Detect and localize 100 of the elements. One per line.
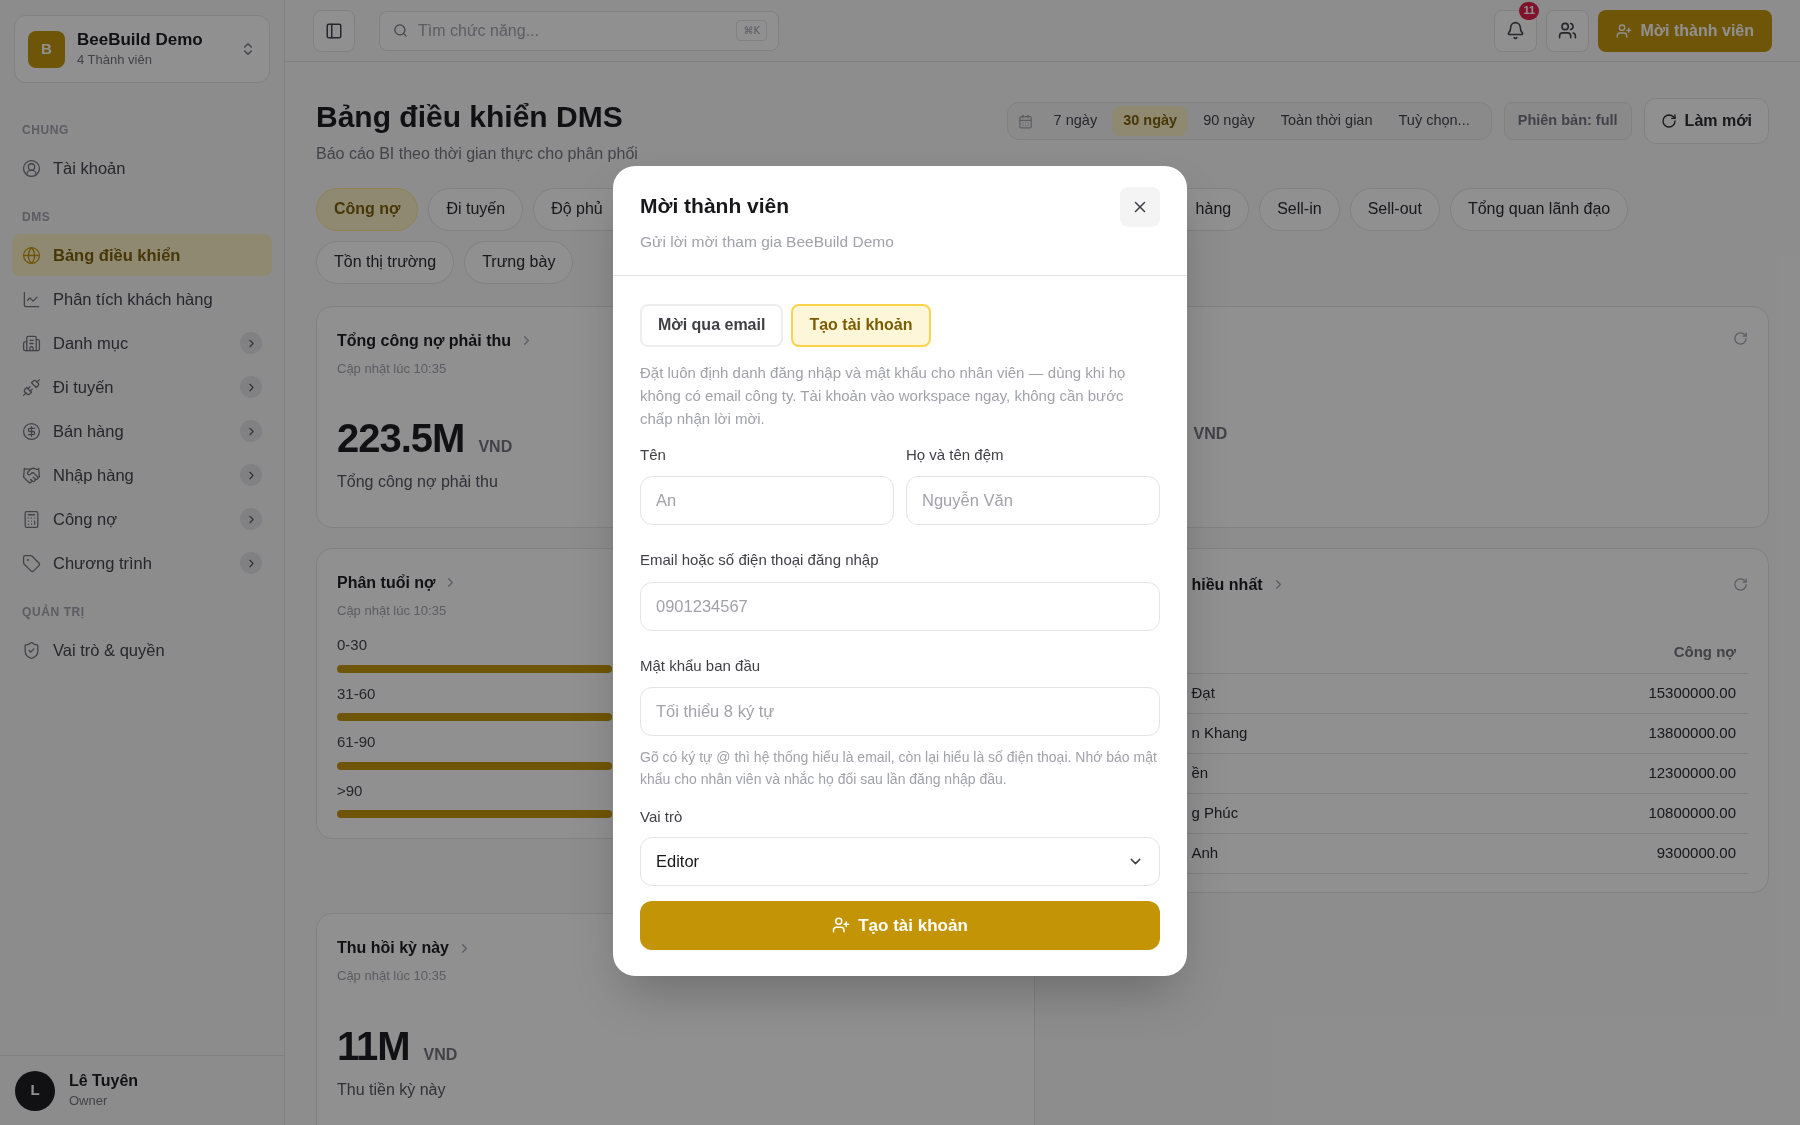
report-tab[interactable]: Đi tuyến — [428, 187, 524, 231]
search-icon — [393, 22, 408, 38]
field-label: Họ và tên đệm — [906, 444, 1005, 465]
refresh-icon[interactable] — [1733, 330, 1748, 346]
sidebar-item[interactable]: Công nợ — [12, 498, 272, 540]
metric-unit: VND — [1193, 423, 1229, 444]
sidebar-item[interactable]: Đi tuyến — [12, 366, 272, 408]
users-icon — [1558, 21, 1578, 40]
building-icon — [22, 333, 41, 353]
refresh-icon[interactable] — [1733, 577, 1748, 592]
sidebar-item[interactable]: Vai trò & quyền — [12, 629, 272, 671]
bell-icon — [1506, 21, 1526, 40]
field-hint: Gõ có ký tự @ thì hệ thống hiểu là email, còn lại hiểu là số điện thoại. Nhớ báo mật khẩu cho nhân viên và nhắc họ đổi sau lần đăng nhập đầu. — [640, 748, 1158, 790]
date-range-option[interactable]: 30 ngày — [1112, 106, 1189, 136]
metric-unit: VND — [478, 437, 513, 457]
date-range-option[interactable]: Tuỳ chọn... — [1387, 106, 1481, 136]
card-title: Phân tuổi nợ — [337, 572, 436, 593]
sidebar-item[interactable]: Bảng điều khiển — [12, 234, 272, 276]
table-cell-text: 10800000.00 — [1648, 803, 1736, 824]
sidebar-item[interactable]: Tài khoản — [12, 147, 272, 189]
line-chart-icon — [22, 289, 41, 309]
user-plus-icon — [1616, 22, 1633, 39]
report-tab[interactable]: Sell-in — [1259, 187, 1340, 231]
table-cell-text: 15300000.00 — [1648, 683, 1736, 704]
date-range-option[interactable]: 7 ngày — [1042, 106, 1109, 136]
user-role: Owner — [69, 1091, 109, 1110]
input-field[interactable]: 0901234567 — [640, 581, 1160, 631]
page-subtitle: Báo cáo BI theo thời gian thực cho phân phối — [316, 143, 638, 164]
workspace-name: BeeBuild Demo — [77, 28, 204, 50]
workspace-switcher[interactable]: B BeeBuild Demo 4 Thành viên — [14, 15, 270, 83]
report-tab[interactable]: Trưng bày — [464, 240, 574, 284]
dollar-icon — [22, 421, 41, 441]
card-title: hiều nhất — [1191, 574, 1263, 595]
expand-chevron-icon[interactable] — [240, 552, 262, 574]
table-cell-text: Đạt — [1191, 683, 1215, 704]
field-label: Mật khẩu ban đầu — [640, 655, 762, 676]
table-cell-text: ền — [1191, 763, 1209, 784]
sidebar-item[interactable]: Chương trình — [12, 542, 272, 584]
bucket-label: 61-90 — [337, 732, 376, 752]
report-tab[interactable]: Sell-out — [1349, 187, 1440, 231]
sidebar-item[interactable]: Nhập hàng — [12, 454, 272, 496]
table-cell-text: Anh — [1191, 843, 1219, 864]
field-label: Tên — [640, 444, 667, 465]
input-field[interactable]: Tối thiểu 8 ký tự — [640, 687, 1160, 737]
expand-chevron-icon[interactable] — [240, 420, 262, 442]
page-title: Bảng điều khiển DMS — [316, 99, 624, 135]
report-tab[interactable]: Tổng quan lãnh đạo — [1449, 187, 1629, 231]
column-header: Công nợ — [1673, 641, 1736, 662]
metric-unit: VND — [423, 1044, 458, 1065]
expand-chevron-icon[interactable] — [240, 508, 262, 530]
card-title: Thu hồi kỳ này — [337, 938, 449, 958]
sidebar-item[interactable]: Danh mục — [12, 322, 272, 364]
panel-icon — [325, 21, 343, 40]
close-button[interactable] — [1120, 187, 1160, 227]
mode-tab[interactable]: Tạo tài khoản — [791, 303, 931, 347]
role-select[interactable]: Editor — [640, 836, 1160, 886]
workspace-avatar: B — [28, 30, 65, 68]
calendar-icon — [1017, 113, 1033, 129]
mode-tab[interactable]: Mời qua email — [640, 303, 784, 347]
sidebar-item[interactable]: Bán hàng — [12, 410, 272, 452]
calculator-icon — [22, 509, 41, 529]
field-label: Email hoặc số điện thoại đăng nhập — [640, 550, 880, 571]
field-label: Vai trò — [640, 807, 684, 828]
bucket-label: 0-30 — [337, 635, 368, 655]
card-title: Tổng công nợ phải thu — [337, 330, 511, 351]
table-cell-text: 9300000.00 — [1656, 843, 1736, 864]
date-range-option[interactable]: Toàn thời gian — [1269, 106, 1384, 136]
globe-icon — [22, 245, 41, 265]
report-tab[interactable]: Tồn thị trường — [316, 240, 455, 284]
refresh-icon — [1660, 113, 1677, 129]
refresh-button[interactable]: Làm mới — [1643, 98, 1769, 144]
notification-badge: 11 — [1519, 1, 1540, 20]
tag-icon — [22, 553, 41, 573]
table-cell-text: 13800000.00 — [1648, 723, 1736, 744]
dialog-description: Đặt luôn định danh đăng nhập và mật khẩu cho nhân viên — dùng khi họ không có email công ty. Tài khoản vào workspace ngay, không cần bước chấp nhận lời mời. — [640, 362, 1127, 429]
create-account-button[interactable]: Tạo tài khoản — [640, 900, 1160, 950]
user-plus-icon — [832, 916, 851, 935]
table-cell-text: g Phúc — [1191, 803, 1239, 824]
dialog-title: Mời thành viên — [640, 193, 791, 219]
metric-caption: Thu tiền kỳ này — [337, 1079, 446, 1100]
metric-value: 11M — [337, 1022, 410, 1070]
user-avatar: L — [15, 1070, 55, 1111]
expand-chevron-icon[interactable] — [240, 464, 262, 486]
expand-chevron-icon[interactable] — [240, 376, 262, 398]
shield-icon — [22, 640, 41, 660]
sidebar-toggle-button[interactable] — [313, 9, 355, 52]
expand-chevron-icon[interactable] — [240, 332, 262, 354]
account-icon — [22, 158, 41, 178]
report-tab[interactable]: Công nợ — [316, 187, 419, 231]
bucket-label: 31-60 — [337, 683, 376, 704]
unplug-icon — [22, 377, 41, 397]
version-chip: Phiên bản: full — [1503, 102, 1632, 140]
dialog-subtitle: Gửi lời mời tham gia BeeBuild Demo — [640, 231, 895, 252]
sidebar-item[interactable]: Phân tích khách hàng — [12, 278, 272, 320]
input-field[interactable]: Nguyễn Văn — [906, 476, 1160, 526]
user-name: Lê Tuyên — [69, 1070, 139, 1091]
input-field[interactable]: An — [640, 476, 894, 526]
members-button[interactable] — [1546, 9, 1590, 52]
metric-caption: Tổng công nợ phải thu — [337, 472, 498, 492]
date-range-option[interactable]: 90 ngày — [1192, 106, 1266, 136]
